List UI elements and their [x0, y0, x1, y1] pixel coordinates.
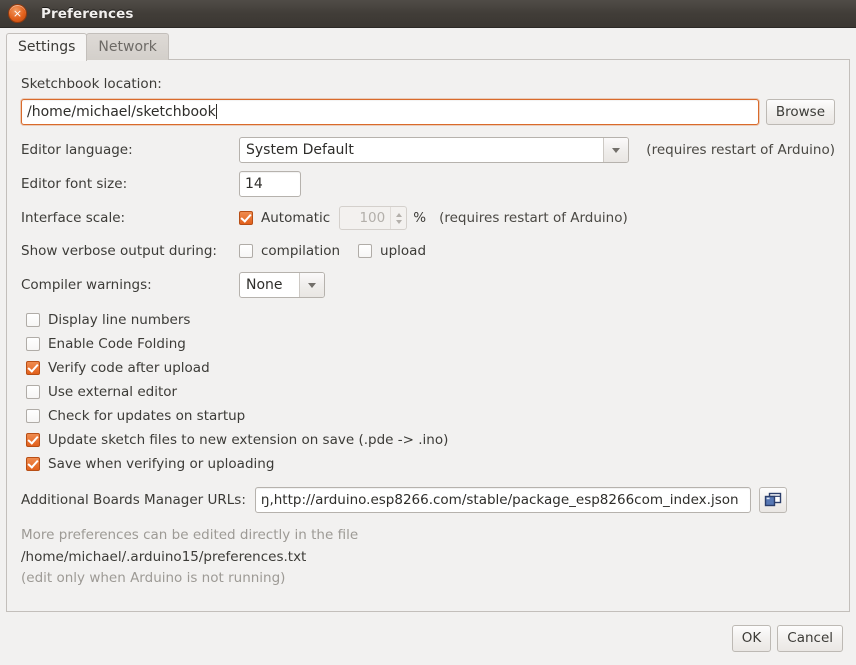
- option-label: Update sketch files to new extension on …: [48, 432, 449, 448]
- checkbox-icon-checked: [239, 211, 253, 225]
- sketchbook-location-input[interactable]: /home/michael/sketchbook: [21, 99, 759, 125]
- compiler-warnings-value: None: [246, 277, 283, 293]
- settings-panel: Sketchbook location: /home/michael/sketc…: [6, 60, 850, 612]
- checkbox-icon-unchecked: [26, 313, 40, 327]
- interface-scale-row: Interface scale: Automatic 100 % (requir…: [21, 206, 835, 230]
- checkbox-icon-unchecked: [239, 244, 253, 258]
- dialog-footer: OK Cancel: [0, 612, 856, 665]
- tab-settings[interactable]: Settings: [6, 33, 88, 61]
- window-title: Preferences: [41, 5, 134, 22]
- option-display-line-numbers[interactable]: Display line numbers: [26, 308, 835, 332]
- checkbox-icon-unchecked: [26, 409, 40, 423]
- checkbox-icon-unchecked: [26, 385, 40, 399]
- checkbox-icon-checked: [26, 457, 40, 471]
- editor-font-size-input[interactable]: 14: [239, 171, 301, 197]
- verbose-output-label: Show verbose output during:: [21, 243, 217, 259]
- tab-settings-label: Settings: [18, 39, 76, 55]
- chevron-down-icon[interactable]: [603, 138, 629, 162]
- option-enable-code-folding[interactable]: Enable Code Folding: [26, 332, 835, 356]
- interface-scale-stepper[interactable]: 100: [339, 206, 408, 230]
- cancel-button[interactable]: Cancel: [777, 625, 843, 652]
- stepper-arrows-icon[interactable]: [390, 207, 406, 229]
- editor-font-size-label: Editor font size:: [21, 176, 128, 192]
- option-label: Verify code after upload: [48, 360, 210, 376]
- sketchbook-row: /home/michael/sketchbook Browse: [21, 99, 835, 125]
- more-preferences-note: More preferences can be edited directly …: [21, 527, 359, 543]
- checkbox-icon-checked: [26, 433, 40, 447]
- checkbox-icon-unchecked: [26, 337, 40, 351]
- chevron-down-icon[interactable]: [299, 273, 324, 297]
- checkbox-icon-unchecked: [358, 244, 373, 258]
- sketchbook-location-label: Sketchbook location:: [21, 76, 162, 92]
- tab-network-label: Network: [98, 39, 157, 55]
- text-caret: [215, 104, 217, 119]
- verbose-compilation-label: compilation: [261, 243, 341, 259]
- verbose-upload-label: upload: [380, 243, 427, 259]
- option-check-for-updates-on-startup[interactable]: Check for updates on startup: [26, 404, 835, 428]
- checkbox-icon-checked: [26, 361, 40, 375]
- open-windows-icon-glyph: [764, 492, 782, 507]
- sketchbook-label-row: Sketchbook location:: [21, 72, 835, 96]
- option-save-when-verifying-or-uploading[interactable]: Save when verifying or uploading: [26, 452, 835, 476]
- boards-manager-urls-input[interactable]: ŋ,http://arduino.esp8266.com/stable/pack…: [254, 487, 751, 513]
- sketchbook-location-value: /home/michael/sketchbook: [27, 104, 216, 120]
- verbose-compilation-checkbox[interactable]: compilation: [239, 239, 340, 263]
- option-label: Enable Code Folding: [48, 336, 186, 352]
- editor-language-row: Editor language: System Default (require…: [21, 137, 835, 163]
- option-use-external-editor[interactable]: Use external editor: [26, 380, 835, 404]
- compiler-warnings-label: Compiler warnings:: [21, 277, 152, 293]
- preferences-file-path: /home/michael/.arduino15/preferences.txt: [21, 549, 307, 565]
- boards-manager-urls-row: Additional Boards Manager URLs: ŋ,http:/…: [21, 487, 835, 513]
- close-icon[interactable]: ×: [8, 4, 27, 23]
- compiler-warnings-row: Compiler warnings: None: [21, 272, 835, 298]
- editor-language-label: Editor language:: [21, 142, 133, 158]
- option-verify-code-after-upload[interactable]: Verify code after upload: [26, 356, 835, 380]
- options-list: Display line numbers Enable Code Folding…: [26, 308, 835, 476]
- option-label: Display line numbers: [48, 312, 191, 328]
- interface-scale-note: (requires restart of Arduino): [439, 210, 628, 226]
- tab-bar: Settings Network: [0, 28, 856, 61]
- option-label: Save when verifying or uploading: [48, 456, 275, 472]
- interface-scale-label: Interface scale:: [21, 210, 126, 226]
- option-label: Check for updates on startup: [48, 408, 246, 424]
- tab-network[interactable]: Network: [86, 33, 169, 60]
- option-update-sketch-files-extension[interactable]: Update sketch files to new extension on …: [26, 428, 835, 452]
- editor-language-value: System Default: [246, 142, 354, 158]
- ok-button[interactable]: OK: [731, 625, 772, 652]
- title-bar: × Preferences: [0, 0, 856, 28]
- editor-font-size-row: Editor font size: 14: [21, 171, 835, 197]
- verbose-upload-checkbox[interactable]: upload: [358, 239, 426, 263]
- boards-manager-urls-label: Additional Boards Manager URLs:: [21, 492, 246, 508]
- editor-language-select[interactable]: System Default: [239, 137, 630, 163]
- open-windows-icon[interactable]: [758, 487, 787, 513]
- interface-scale-value: 100: [359, 210, 386, 226]
- percent-label: %: [413, 210, 427, 226]
- verbose-output-row: Show verbose output during: compilation …: [21, 239, 835, 263]
- automatic-scale-label: Automatic: [261, 210, 331, 226]
- edit-warning-note: (edit only when Arduino is not running): [21, 570, 286, 586]
- footer-notes: More preferences can be edited directly …: [21, 525, 835, 589]
- option-label: Use external editor: [48, 384, 178, 400]
- browse-button[interactable]: Browse: [765, 99, 835, 125]
- editor-language-note: (requires restart of Arduino): [646, 142, 835, 158]
- automatic-scale-checkbox[interactable]: Automatic: [239, 206, 330, 230]
- compiler-warnings-select[interactable]: None: [239, 272, 325, 298]
